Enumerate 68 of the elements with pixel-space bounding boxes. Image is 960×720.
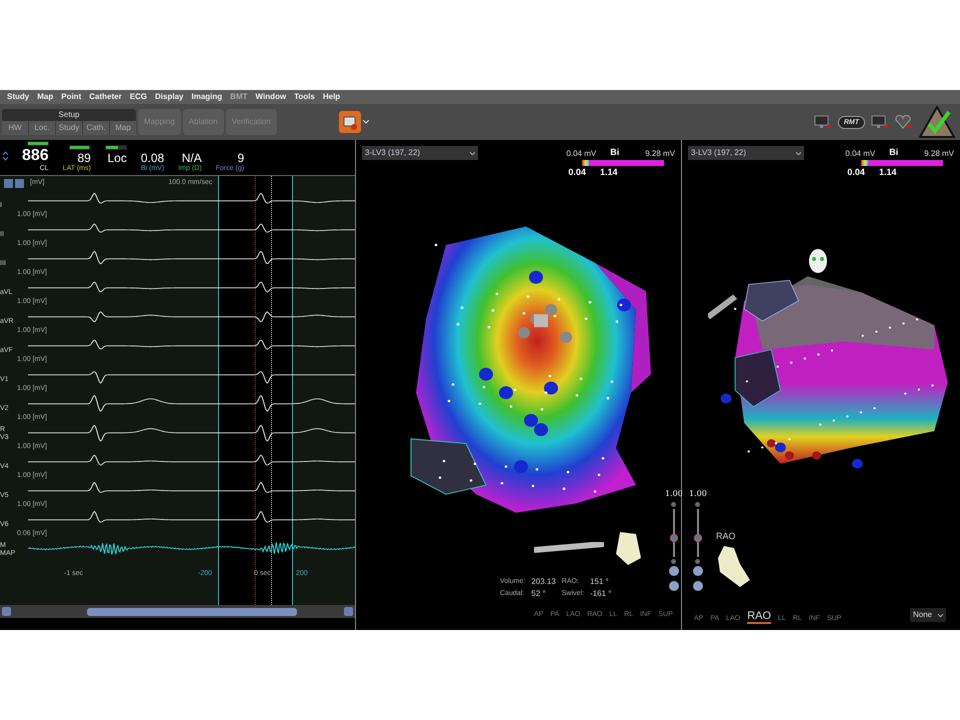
menu-item[interactable]: Catheter xyxy=(89,93,122,101)
menu-item[interactable]: Tools xyxy=(294,93,315,101)
readout-value: 9 xyxy=(237,152,244,164)
menu-item[interactable]: Study xyxy=(7,93,30,101)
stat-value: 203.13 xyxy=(531,576,556,588)
scale-low-value[interactable]: 0.04 xyxy=(568,166,586,179)
setup-tab[interactable]: Cath. xyxy=(83,121,109,135)
menu-item[interactable]: Display xyxy=(155,93,184,101)
scale-min-label: 0.04 mV xyxy=(566,148,596,160)
scale-max-label: 9.28 mV xyxy=(645,148,675,160)
stat-value: -161 ° xyxy=(590,588,612,600)
catheter-dropdown[interactable]: 3-LV3 (197, 22) xyxy=(362,146,478,160)
readout-value: N/A xyxy=(182,152,202,164)
down-button[interactable] xyxy=(668,581,679,591)
zoom-value: 1.00 xyxy=(689,488,707,500)
readout-value: 886 xyxy=(22,148,49,164)
setup-tab[interactable]: Map xyxy=(110,121,136,135)
orientation-label: RAO xyxy=(716,530,736,543)
caret-icon xyxy=(938,614,944,616)
zoom-in-icon[interactable] xyxy=(695,502,700,507)
readout-value: Loc xyxy=(107,152,127,164)
scale-max-label: 9.28 mV xyxy=(924,148,954,160)
down-button[interactable] xyxy=(668,566,679,576)
color-scale-bar[interactable] xyxy=(861,160,944,166)
checkmark-triangle-icon[interactable] xyxy=(919,106,955,138)
zoom-slider-track[interactable] xyxy=(696,509,699,557)
readout-value: 89 xyxy=(77,152,91,164)
setup-tab[interactable]: Loc. xyxy=(29,121,55,135)
zoom-slider-track[interactable] xyxy=(672,509,675,557)
setup-tab[interactable]: HW xyxy=(2,121,28,135)
stat-value: 52 ° xyxy=(531,588,547,600)
zoom-out-icon[interactable] xyxy=(695,559,700,564)
scale-high-value[interactable]: 1.14 xyxy=(600,166,618,179)
monitor-icon[interactable] xyxy=(814,115,832,129)
zoom-value: 1.00 xyxy=(665,488,683,500)
color-scale-bar[interactable] xyxy=(582,160,664,166)
monitor-icon[interactable] xyxy=(871,115,889,129)
heart-icon[interactable] xyxy=(895,115,913,129)
up-down-arrows-icon[interactable] xyxy=(3,151,8,161)
zoom-slider-thumb[interactable] xyxy=(670,534,678,542)
scale-min-label: 0.04 mV xyxy=(845,148,876,160)
zoom-slider-thumb[interactable] xyxy=(694,534,702,542)
catheter-dropdown[interactable]: 3-LV3 (197, 22) xyxy=(688,146,804,160)
scale-mode-label: Bi xyxy=(610,146,620,159)
caret-icon xyxy=(796,152,801,154)
menu-item[interactable]: Point xyxy=(61,93,82,101)
scale-low-value[interactable]: 0.04 xyxy=(847,166,865,179)
scrollbar-thumb[interactable] xyxy=(87,608,297,616)
view-tab[interactable]: RAO xyxy=(747,610,772,624)
down-button[interactable] xyxy=(692,581,703,591)
setup-tab[interactable]: Study xyxy=(56,121,82,135)
zoom-in-icon[interactable] xyxy=(671,502,676,507)
scale-mode-label: Bi xyxy=(889,146,898,159)
menu-item[interactable]: Window xyxy=(256,93,286,101)
zoom-out-icon[interactable] xyxy=(671,559,676,564)
menu-item[interactable]: Map xyxy=(37,93,54,101)
readout-value: 0.08 xyxy=(140,152,164,164)
head-orientation-icon xyxy=(808,248,828,274)
caret-icon xyxy=(470,152,475,154)
menu-item[interactable]: Help xyxy=(322,93,340,101)
menu-item[interactable]: ECG xyxy=(130,93,148,101)
setup-button[interactable]: Setup xyxy=(2,109,136,121)
scale-high-value[interactable]: 1.14 xyxy=(878,166,896,179)
stat-value: 151 ° xyxy=(590,576,610,588)
display-dropdown[interactable]: None xyxy=(910,608,946,622)
down-button[interactable] xyxy=(692,566,703,576)
caret-icon[interactable] xyxy=(362,120,369,124)
menu-item[interactable]: Imaging xyxy=(192,93,222,101)
